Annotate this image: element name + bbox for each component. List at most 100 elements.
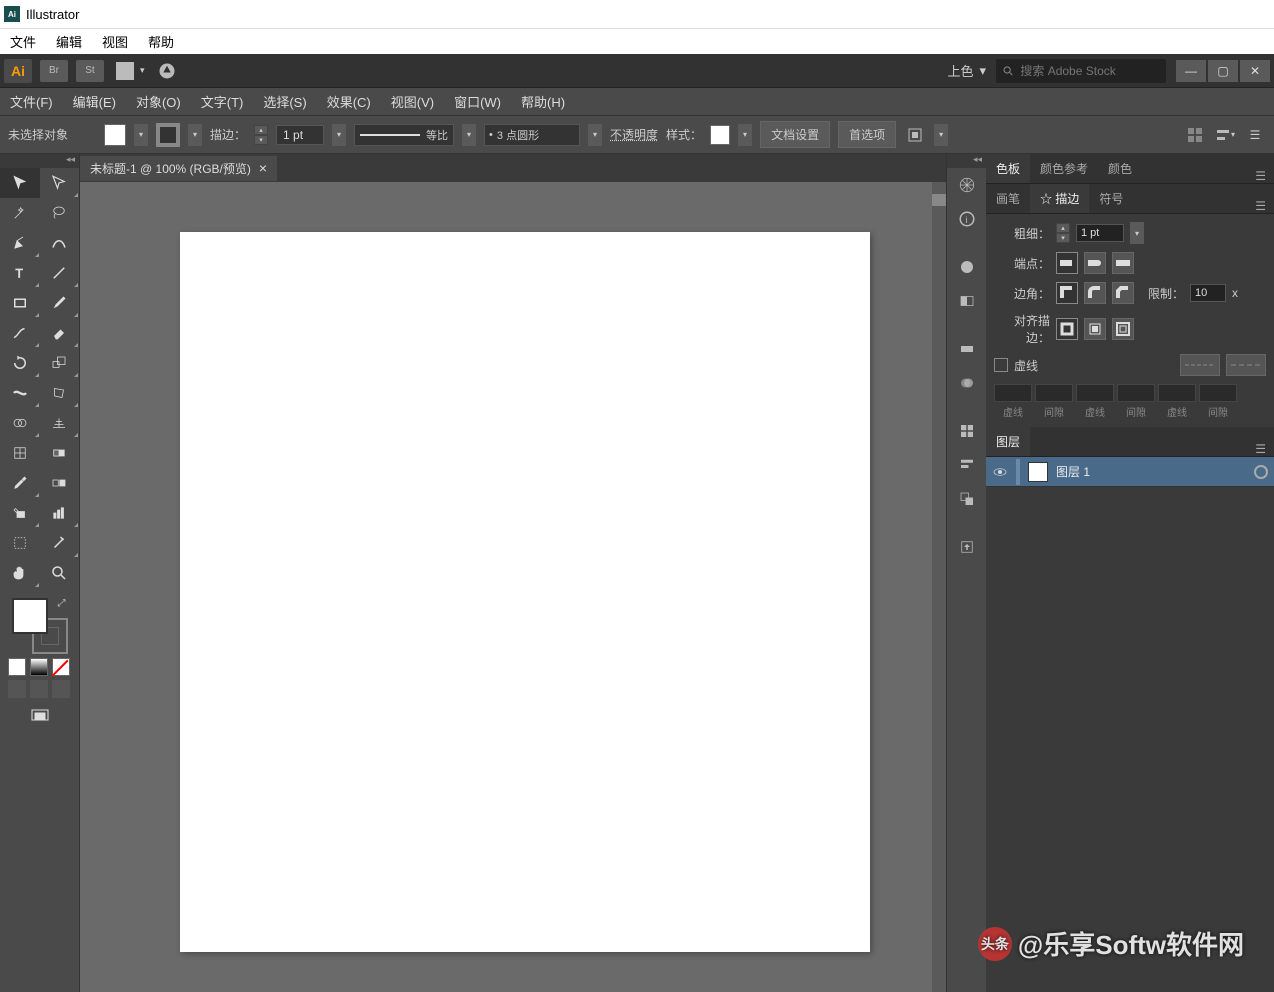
tab-stroke[interactable]: ☆ 描边 xyxy=(1030,184,1089,213)
stroke-weight-input[interactable] xyxy=(276,125,324,145)
draw-inside-icon[interactable] xyxy=(52,680,70,698)
gap-1[interactable] xyxy=(1035,384,1073,402)
pencil-tool[interactable] xyxy=(0,318,40,348)
tab-color[interactable]: 颜色 xyxy=(1098,154,1142,183)
vertical-scrollbar[interactable] xyxy=(932,182,946,992)
search-input[interactable] xyxy=(1020,64,1160,78)
swap-fill-stroke-icon[interactable]: ⤢ xyxy=(58,598,66,609)
mesh-tool[interactable] xyxy=(0,438,40,468)
menu-help[interactable]: 帮助(H) xyxy=(511,92,575,111)
dash-1[interactable] xyxy=(994,384,1032,402)
dash-align-icon[interactable] xyxy=(1226,354,1266,376)
tab-layers[interactable]: 图层 xyxy=(986,427,1030,456)
draw-behind-icon[interactable] xyxy=(30,680,48,698)
stroke-profile-dropdown[interactable]: ▾ xyxy=(462,124,476,146)
toolbox-collapse[interactable]: ◂◂ xyxy=(0,154,79,168)
screen-mode-icon[interactable] xyxy=(31,706,49,730)
blend-tool[interactable] xyxy=(40,468,80,498)
search-stock[interactable] xyxy=(996,59,1166,83)
menu-select[interactable]: 选择(S) xyxy=(253,92,316,111)
fill-swatch[interactable] xyxy=(104,124,126,146)
gradient-tool[interactable] xyxy=(40,438,80,468)
transform-icon[interactable] xyxy=(947,414,986,448)
artboard[interactable] xyxy=(180,232,870,952)
info-icon[interactable]: i xyxy=(947,202,986,236)
style-dropdown[interactable]: ▾ xyxy=(738,124,752,146)
align-to-dropdown[interactable]: ▾ xyxy=(934,124,948,146)
corner-round-icon[interactable] xyxy=(1084,282,1106,304)
dash-preserve-icon[interactable] xyxy=(1180,354,1220,376)
eraser-tool[interactable] xyxy=(40,318,80,348)
scale-tool[interactable] xyxy=(40,348,80,378)
miter-limit-field[interactable] xyxy=(1190,284,1226,302)
gradient-panel-icon[interactable] xyxy=(947,332,986,366)
gap-3[interactable] xyxy=(1199,384,1237,402)
corner-bevel-icon[interactable] xyxy=(1112,282,1134,304)
opacity-label[interactable]: 不透明度 xyxy=(610,126,658,143)
line-tool[interactable] xyxy=(40,258,80,288)
align-outside-icon[interactable] xyxy=(1112,318,1134,340)
transform-panel-icon[interactable] xyxy=(1184,124,1206,146)
fill-dropdown[interactable]: ▾ xyxy=(134,124,148,146)
fill-stroke-indicator[interactable]: ⤢ xyxy=(12,598,68,654)
pathfinder-icon[interactable] xyxy=(947,482,986,516)
bridge-button[interactable]: Br xyxy=(40,60,68,82)
column-graph-tool[interactable] xyxy=(40,498,80,528)
cap-square-icon[interactable] xyxy=(1112,252,1134,274)
layer-name[interactable]: 图层 1 xyxy=(1056,463,1246,480)
menu-effect[interactable]: 效果(C) xyxy=(317,92,381,111)
align-inside-icon[interactable] xyxy=(1084,318,1106,340)
corner-miter-icon[interactable] xyxy=(1056,282,1078,304)
perspective-grid-tool[interactable] xyxy=(40,408,80,438)
fill-color[interactable] xyxy=(12,598,48,634)
document-tab[interactable]: 未标题-1 @ 100% (RGB/预览) × xyxy=(80,156,277,181)
tab-color-guide[interactable]: 颜色参考 xyxy=(1030,154,1098,183)
osmenu-help[interactable]: 帮助 xyxy=(138,32,184,51)
panel-menu-icon[interactable]: ☰ xyxy=(1247,169,1274,183)
slice-tool[interactable] xyxy=(40,528,80,558)
stroke-dropdown[interactable]: ▾ xyxy=(188,124,202,146)
minimize-button[interactable]: — xyxy=(1176,60,1206,82)
target-icon[interactable] xyxy=(1254,465,1268,479)
menu-file[interactable]: 文件(F) xyxy=(0,92,63,111)
color-mode-gradient[interactable] xyxy=(30,658,48,676)
close-button[interactable]: ✕ xyxy=(1240,60,1270,82)
free-transform-tool[interactable] xyxy=(40,378,80,408)
curvature-tool[interactable] xyxy=(40,228,80,258)
align-to-icon[interactable] xyxy=(904,124,926,146)
preferences-button[interactable]: 首选项 xyxy=(838,121,896,148)
color-panel-icon[interactable] xyxy=(947,250,986,284)
export-icon[interactable] xyxy=(947,530,986,564)
type-tool[interactable]: T xyxy=(0,258,40,288)
gap-2[interactable] xyxy=(1117,384,1155,402)
stroke-weight-dropdown[interactable]: ▾ xyxy=(332,124,346,146)
stroke-profile[interactable]: 等比 xyxy=(354,124,454,146)
tab-brushes[interactable]: 画笔 xyxy=(986,184,1030,213)
pen-tool[interactable] xyxy=(0,228,40,258)
symbol-sprayer-tool[interactable] xyxy=(0,498,40,528)
cap-round-icon[interactable] xyxy=(1084,252,1106,274)
draw-normal-icon[interactable] xyxy=(8,680,26,698)
align-panel-icon[interactable]: ▾ xyxy=(1214,124,1236,146)
dash-2[interactable] xyxy=(1076,384,1114,402)
visibility-icon[interactable] xyxy=(992,464,1008,480)
tab-swatches[interactable]: 色板 xyxy=(986,154,1030,183)
artboard-tool[interactable] xyxy=(0,528,40,558)
dock-collapse[interactable]: ◂◂ xyxy=(947,154,986,168)
direct-selection-tool[interactable] xyxy=(40,168,80,198)
navigator-icon[interactable] xyxy=(947,168,986,202)
hand-tool[interactable] xyxy=(0,558,40,588)
magic-wand-tool[interactable] xyxy=(0,198,40,228)
panel-menu-icon[interactable]: ☰ xyxy=(1247,442,1274,456)
rectangle-tool[interactable] xyxy=(0,288,40,318)
eyedropper-tool[interactable] xyxy=(0,468,40,498)
canvas-viewport[interactable] xyxy=(80,182,946,992)
rotate-tool[interactable] xyxy=(0,348,40,378)
panel-menu-icon[interactable]: ☰ xyxy=(1247,199,1274,213)
arrange-documents[interactable]: ▾ xyxy=(116,62,145,80)
graphic-style-swatch[interactable] xyxy=(710,125,730,145)
stroke-weight-stepper[interactable]: ▴▾ xyxy=(254,125,268,145)
ai-logo[interactable]: Ai xyxy=(4,59,32,83)
panel-menu-icon[interactable]: ☰ xyxy=(1244,124,1266,146)
cap-butt-icon[interactable] xyxy=(1056,252,1078,274)
